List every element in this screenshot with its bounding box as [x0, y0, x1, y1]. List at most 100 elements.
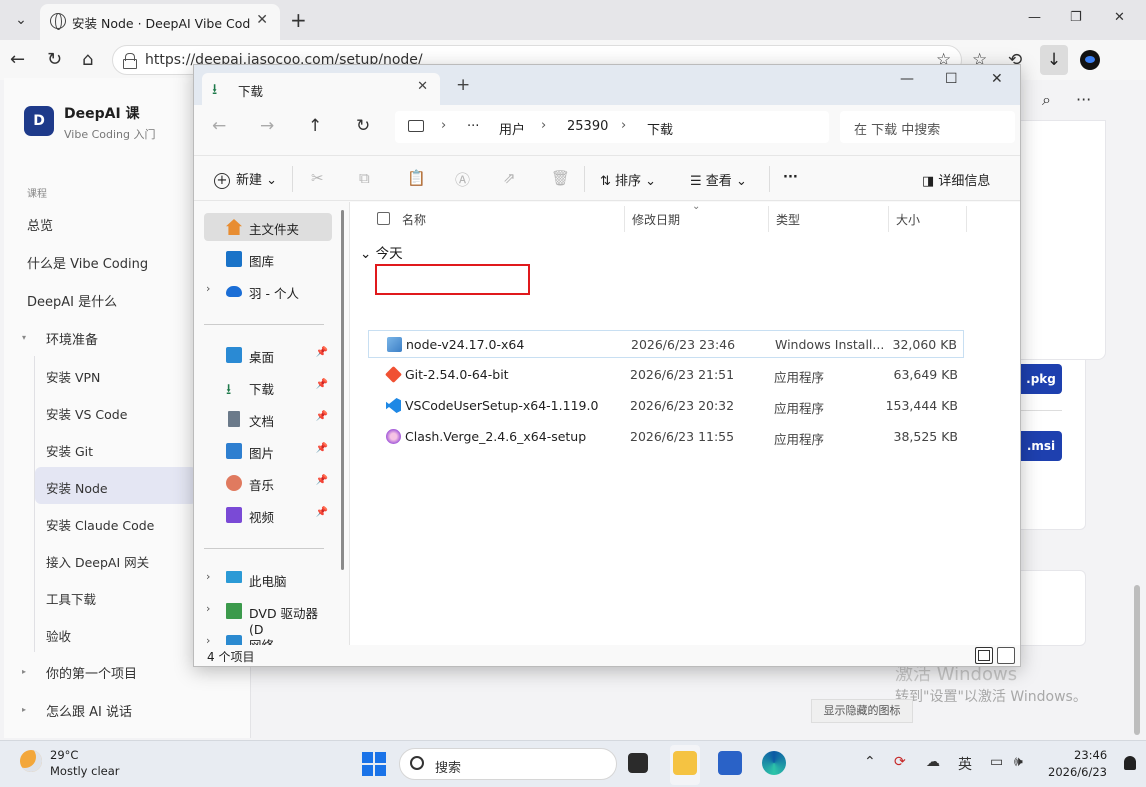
back-icon[interactable]: ←: [10, 49, 25, 70]
details-view-icon[interactable]: [975, 647, 993, 664]
cut-icon[interactable]: ✂: [311, 169, 324, 187]
path-segment-downloads[interactable]: 下载: [647, 119, 673, 138]
download-msi-button[interactable]: .msi: [1020, 431, 1062, 461]
file-row-node[interactable]: node-v24.17.0-x64 2026/6/23 23:46 Window…: [368, 330, 964, 358]
store-icon[interactable]: [718, 751, 742, 775]
clock-time[interactable]: 23:46: [1074, 748, 1107, 762]
new-tab-icon[interactable]: +: [290, 8, 307, 32]
tab-actions-dropdown-icon[interactable]: ⌄: [8, 6, 34, 34]
view-button[interactable]: ☰ 查看 ⌄: [690, 170, 747, 189]
page-scrollbar[interactable]: [1134, 585, 1140, 735]
cloud-status-icon[interactable]: ☁: [926, 754, 940, 770]
details-pane-button[interactable]: ◨ 详细信息: [922, 170, 990, 189]
browser-tab[interactable]: 安装 Node · DeepAI Vibe Coding 课 ✕: [40, 4, 280, 40]
column-divider[interactable]: [888, 206, 889, 232]
downloads-icon[interactable]: ↓: [1040, 45, 1068, 75]
restore-icon[interactable]: ❐: [1070, 10, 1082, 25]
pin-icon[interactable]: 📌: [316, 507, 328, 518]
path-segment-user[interactable]: 25390: [567, 119, 608, 134]
nav-item-gallery[interactable]: 图库: [204, 245, 332, 273]
file-row-clash[interactable]: Clash.Verge_2.4.6_x64-setup 2026/6/23 11…: [368, 423, 964, 451]
download-pkg-button[interactable]: .pkg: [1020, 364, 1062, 394]
chevron-right-icon[interactable]: ›: [206, 282, 210, 295]
nav-item-dvd-drive[interactable]: › DVD 驱动器 (D: [204, 597, 332, 637]
weather-temp[interactable]: 29°C: [50, 748, 78, 762]
group-header-today[interactable]: ⌄ 今天: [360, 242, 403, 262]
chevron-up-icon[interactable]: ⌃: [864, 754, 876, 770]
column-divider[interactable]: [624, 206, 625, 232]
explorer-search-input[interactable]: 在 下载 中搜索: [840, 111, 1015, 143]
column-header-name[interactable]: 名称: [402, 211, 426, 228]
weather-moon-icon[interactable]: [20, 750, 42, 772]
new-tab-icon[interactable]: +: [456, 75, 470, 95]
profile-avatar[interactable]: [1080, 50, 1100, 70]
sort-button[interactable]: ⇅ 排序 ⌄: [600, 170, 656, 189]
nav-item-desktop[interactable]: 桌面 📌: [204, 341, 332, 369]
nav-item-pictures[interactable]: 图片 📌: [204, 437, 332, 465]
column-divider[interactable]: [768, 206, 769, 232]
more-options-button[interactable]: ···: [783, 170, 798, 185]
nav-item-network[interactable]: › 网络: [204, 629, 332, 645]
nav-item-documents[interactable]: 文档 📌: [204, 405, 332, 433]
sidebar-item-what-is-vibe-coding[interactable]: 什么是 Vibe Coding: [27, 253, 148, 272]
chevron-right-icon[interactable]: ›: [206, 602, 210, 615]
notification-bell-icon[interactable]: [1124, 756, 1136, 770]
sidebar-sub-acceptance[interactable]: 验收: [46, 626, 71, 645]
new-button[interactable]: + 新建 ⌄: [214, 169, 277, 189]
sidebar-sub-vpn[interactable]: 安装 VPN: [46, 367, 100, 386]
paste-icon[interactable]: 📋: [407, 169, 426, 187]
volume-icon[interactable]: 🕪: [1014, 754, 1023, 770]
network-icon[interactable]: ▭: [990, 754, 1003, 770]
task-view-icon[interactable]: [628, 753, 648, 773]
sidebar-item-env-setup[interactable]: 环境准备: [46, 329, 98, 348]
select-all-checkbox[interactable]: [377, 212, 390, 225]
sidebar-sub-tool-download[interactable]: 工具下载: [46, 589, 96, 608]
rename-icon[interactable]: Ⓐ: [455, 169, 470, 190]
close-tab-icon[interactable]: ✕: [256, 12, 268, 28]
share-icon[interactable]: ⇗: [503, 169, 516, 187]
file-row-git[interactable]: Git-2.54.0-64-bit 2026/6/23 21:51 应用程序 6…: [368, 361, 964, 389]
minimize-icon[interactable]: —: [1028, 10, 1041, 25]
sidebar-item-overview[interactable]: 总览: [27, 215, 53, 234]
edge-icon[interactable]: [762, 751, 786, 775]
ime-indicator[interactable]: 英: [958, 754, 972, 774]
refresh-icon[interactable]: ↻: [356, 116, 370, 136]
forward-icon[interactable]: →: [260, 116, 274, 136]
chevron-right-icon[interactable]: ›: [206, 634, 210, 645]
more-icon[interactable]: ···: [1076, 90, 1091, 109]
nav-item-downloads[interactable]: ⭳ 下载 📌: [204, 373, 332, 401]
minimize-icon[interactable]: —: [900, 71, 914, 87]
explorer-tab[interactable]: ⭳ 下载 ✕: [202, 73, 440, 105]
up-icon[interactable]: ↑: [308, 116, 322, 136]
close-window-icon[interactable]: ✕: [991, 71, 1003, 87]
sidebar-item-first-project[interactable]: 你的第一个项目: [46, 663, 137, 682]
nav-item-home[interactable]: 主文件夹: [204, 213, 332, 241]
column-header-type[interactable]: 类型: [776, 211, 800, 228]
pin-icon[interactable]: 📌: [316, 443, 328, 454]
file-explorer-icon[interactable]: [673, 751, 697, 775]
sidebar-sub-node[interactable]: 安装 Node: [46, 478, 108, 497]
column-header-modified[interactable]: 修改日期: [632, 211, 680, 228]
sidebar-sub-claude-code[interactable]: 安装 Claude Code: [46, 515, 154, 534]
search-icon[interactable]: ⌕: [1042, 90, 1051, 110]
nav-item-this-pc[interactable]: › 此电脑: [204, 565, 332, 593]
pin-icon[interactable]: 📌: [316, 347, 328, 358]
sidebar-item-talk-to-ai[interactable]: 怎么跟 AI 说话: [46, 701, 132, 720]
pin-icon[interactable]: 📌: [316, 379, 328, 390]
nav-item-music[interactable]: 音乐 📌: [204, 469, 332, 497]
refresh-icon[interactable]: ↻: [47, 49, 62, 70]
path-bar[interactable]: › ··· 用户 › 25390 › 下载: [395, 111, 829, 143]
column-header-size[interactable]: 大小: [896, 211, 920, 228]
nav-pane-scrollbar[interactable]: [341, 210, 344, 570]
nav-item-videos[interactable]: 视频 📌: [204, 501, 332, 529]
close-tab-icon[interactable]: ✕: [417, 79, 428, 94]
pin-icon[interactable]: 📌: [316, 475, 328, 486]
sync-icon[interactable]: ⟳: [894, 754, 906, 770]
close-window-icon[interactable]: ✕: [1114, 10, 1125, 25]
home-icon[interactable]: ⌂: [82, 49, 93, 70]
back-icon[interactable]: ←: [212, 116, 226, 136]
file-row-vscode[interactable]: VSCodeUserSetup-x64-1.119.0 2026/6/23 20…: [368, 392, 964, 420]
chevron-right-icon[interactable]: ›: [206, 570, 210, 583]
column-divider[interactable]: [966, 206, 967, 232]
path-overflow[interactable]: ···: [467, 119, 479, 134]
